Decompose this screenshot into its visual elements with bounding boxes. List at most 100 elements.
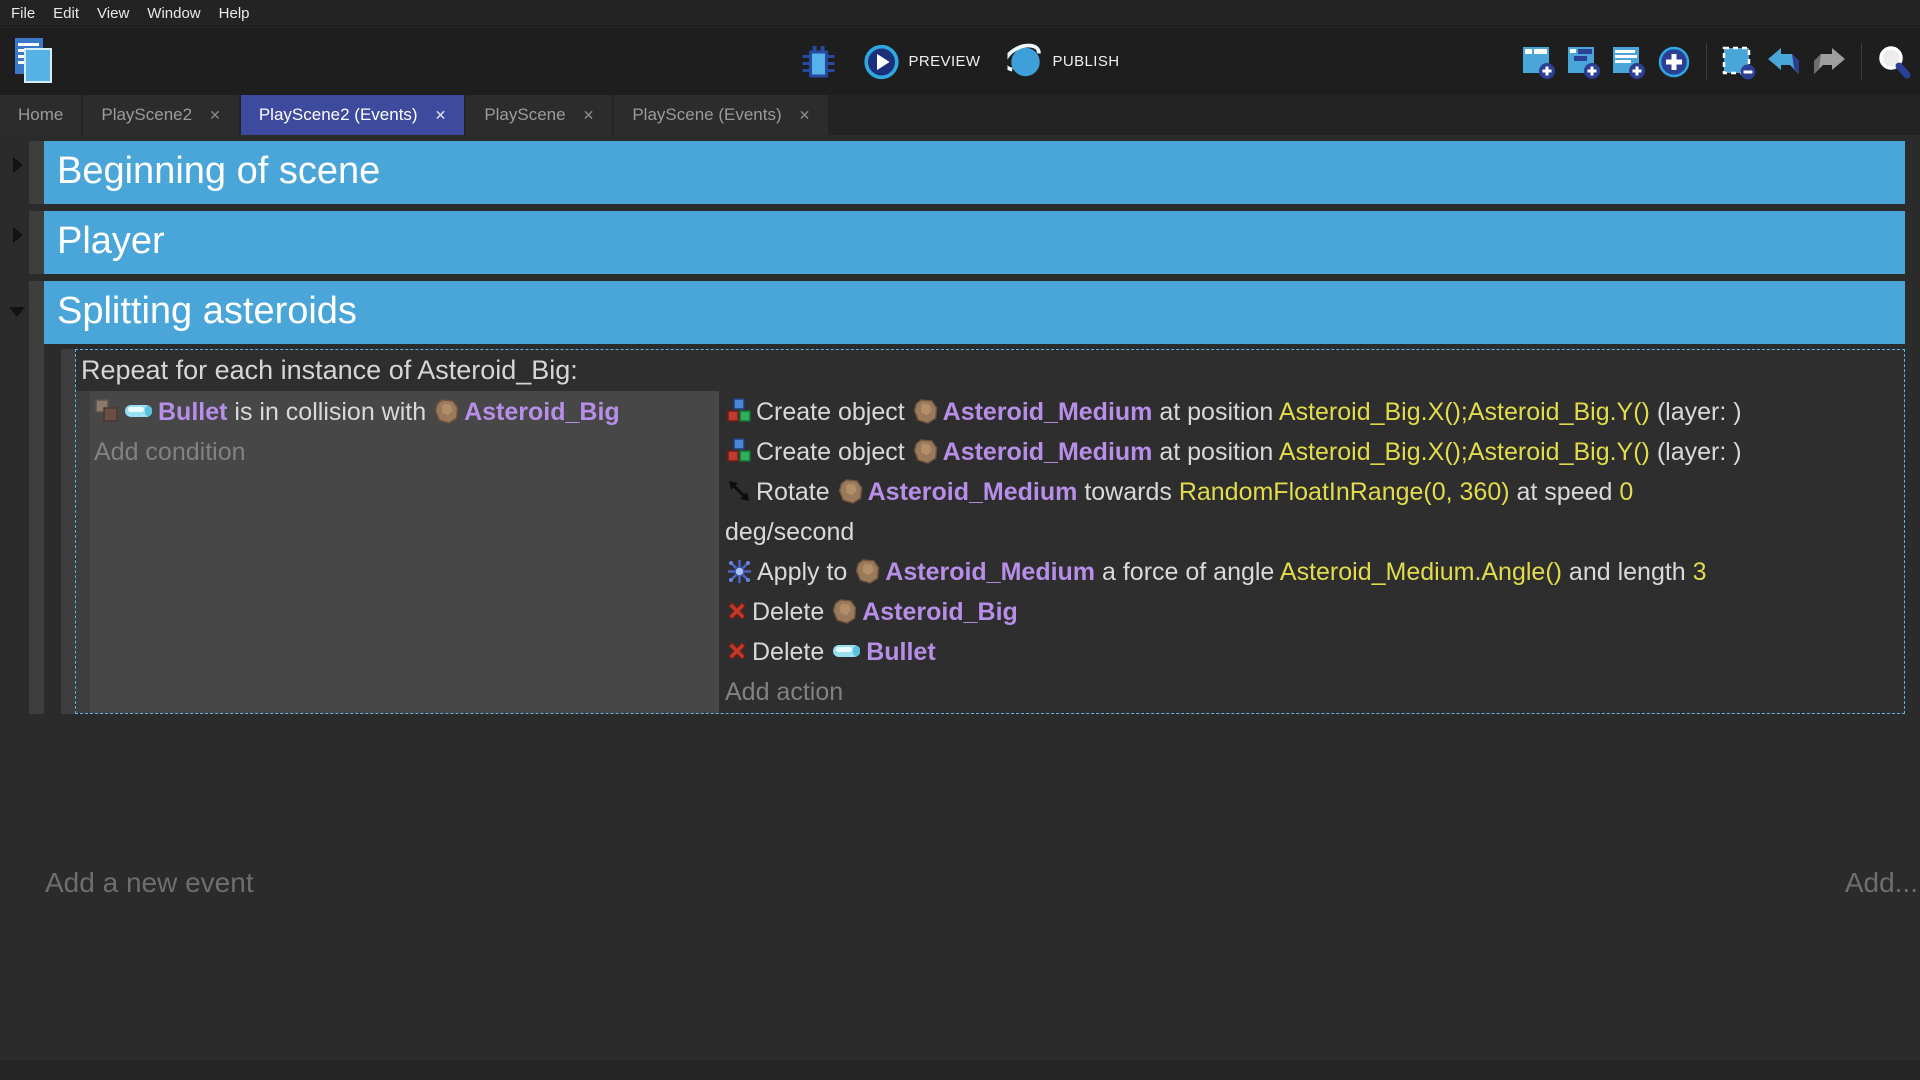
delete-selection-icon[interactable]	[1721, 44, 1757, 80]
add-comment-icon[interactable]	[1611, 44, 1647, 80]
text-segment: Asteroid_Big.X();Asteroid_Big.Y()	[1279, 398, 1650, 426]
event-gutter[interactable]	[76, 391, 90, 713]
tab[interactable]: PlayScene2 (Events) ✕	[241, 95, 464, 135]
repeat-event[interactable]: Repeat for each instance of Asteroid_Big…	[75, 349, 1905, 714]
text-segment: (layer: )	[1650, 398, 1742, 426]
bottom-band	[0, 1060, 1920, 1080]
toolbar: PREVIEW PUBLISH	[0, 28, 1920, 95]
text-segment: Asteroid_Big	[862, 598, 1018, 626]
bullet-icon	[124, 403, 154, 419]
actions-cell: Create object Asteroid_Medium at positio…	[723, 391, 1902, 713]
text-segment: Create object	[756, 398, 912, 426]
add-action-button[interactable]: Add action	[725, 672, 1900, 712]
preview-play-icon[interactable]	[864, 44, 900, 80]
collapse-arrow-icon[interactable]	[9, 307, 25, 317]
tab-bar: Home ✕ PlayScene2 ✕ PlayScene2 (Events) …	[0, 95, 1920, 135]
text-segment: Asteroid_Medium	[943, 438, 1153, 466]
text-segment: is in collision with	[227, 398, 433, 426]
event-group-bar[interactable]: Splitting asteroids	[44, 281, 1905, 344]
action-row[interactable]: Rotate Asteroid_Medium towards RandomFlo…	[725, 472, 1900, 552]
conditions-cell: Bullet is in collision with Asteroid_Big…	[90, 391, 719, 713]
text-segment: Bullet	[866, 638, 935, 666]
collapse-arrow-icon[interactable]	[13, 157, 23, 173]
asteroid-icon	[838, 478, 864, 505]
tab-label: PlayScene2 (Events)	[259, 105, 418, 125]
event-gutter[interactable]	[29, 211, 44, 274]
publish-button[interactable]: PUBLISH	[1052, 53, 1119, 70]
event-group-bar[interactable]: Beginning of scene	[44, 141, 1905, 204]
text-segment: Asteroid_Medium.Angle()	[1280, 558, 1562, 586]
text-segment: deg/second	[725, 518, 854, 546]
toolbar-right	[1521, 28, 1912, 95]
event-gutter[interactable]	[29, 281, 44, 714]
tab[interactable]: PlayScene (Events) ✕	[614, 95, 828, 135]
repeat-event-header[interactable]: Repeat for each instance of Asteroid_Big…	[76, 350, 1904, 391]
tab[interactable]: PlayScene2 ✕	[83, 95, 238, 135]
text-segment: Delete	[752, 638, 831, 666]
undo-icon[interactable]	[1766, 44, 1802, 80]
text-segment: 0	[1619, 478, 1633, 506]
tab[interactable]: PlayScene ✕	[466, 95, 612, 135]
text-segment: Asteroid_Medium	[885, 558, 1095, 586]
tab-close-icon[interactable]: ✕	[799, 108, 811, 122]
add-event-icon[interactable]	[1521, 44, 1557, 80]
tab-close-icon[interactable]: ✕	[435, 108, 447, 122]
search-icon[interactable]	[1876, 44, 1912, 80]
text-segment: at position	[1152, 398, 1278, 426]
text-segment: (layer: )	[1650, 438, 1742, 466]
redo-icon[interactable]	[1811, 44, 1847, 80]
tab[interactable]: Home ✕	[0, 95, 81, 135]
preview-button[interactable]: PREVIEW	[909, 53, 981, 70]
event-gutter[interactable]	[29, 141, 44, 204]
action-row[interactable]: Apply to Asteroid_Medium a force of angl…	[725, 552, 1900, 592]
text-segment: 3	[1693, 558, 1707, 586]
force-icon	[726, 558, 753, 585]
create-icon	[726, 438, 752, 464]
add-condition-button[interactable]: Add condition	[94, 432, 715, 472]
create-icon	[726, 398, 752, 424]
events-sheet: Beginning of scene Player Splitting aste…	[0, 135, 1920, 1060]
action-row[interactable]: Delete Asteroid_Big	[725, 592, 1900, 632]
tab-label: PlayScene	[484, 105, 565, 125]
text-segment: Asteroid_Medium	[868, 478, 1078, 506]
text-segment: Bullet	[158, 398, 227, 426]
menu-item[interactable]: File	[2, 0, 44, 27]
project-manager-icon[interactable]	[10, 36, 54, 84]
action-row[interactable]: Delete Bullet	[725, 632, 1900, 672]
tab-close-icon[interactable]: ✕	[209, 108, 221, 122]
tab-close-icon[interactable]: ✕	[583, 108, 595, 122]
event-gutter[interactable]	[61, 349, 75, 714]
delete-icon	[726, 640, 748, 662]
text-segment: Asteroid_Medium	[943, 398, 1153, 426]
action-row[interactable]: Create object Asteroid_Medium at positio…	[725, 432, 1900, 472]
add-subevent-icon[interactable]	[1566, 44, 1602, 80]
text-segment: Asteroid_Big.X();Asteroid_Big.Y()	[1279, 438, 1650, 466]
publish-globe-icon[interactable]	[1007, 44, 1043, 80]
text-segment: at position	[1152, 438, 1278, 466]
add-circle-icon[interactable]	[1656, 44, 1692, 80]
event-group-bar[interactable]: Player	[44, 211, 1905, 274]
tab-label: PlayScene2	[101, 105, 192, 125]
menu-item[interactable]: Help	[210, 0, 259, 27]
asteroid-icon	[855, 558, 881, 585]
asteroid-icon	[913, 438, 939, 465]
add-new-event-button[interactable]: Add a new event	[45, 867, 254, 899]
text-segment: towards	[1077, 478, 1178, 506]
condition-row[interactable]: Bullet is in collision with Asteroid_Big	[94, 392, 715, 432]
text-segment: Apply to	[757, 558, 854, 586]
menu-item[interactable]: Edit	[44, 0, 88, 27]
text-segment: Rotate	[756, 478, 837, 506]
rotate-icon	[726, 478, 752, 504]
text-segment: a force of angle	[1095, 558, 1280, 586]
toolbar-center: PREVIEW PUBLISH	[801, 28, 1120, 95]
menu-item[interactable]: Window	[138, 0, 209, 27]
delete-icon	[726, 600, 748, 622]
toolbar-icon[interactable]	[1861, 43, 1862, 81]
debugger-icon[interactable]	[801, 44, 837, 80]
tab-label: Home	[18, 105, 63, 125]
add-more-button[interactable]: Add...	[1845, 867, 1918, 899]
collapse-arrow-icon[interactable]	[13, 227, 23, 243]
action-row[interactable]: Create object Asteroid_Medium at positio…	[725, 392, 1900, 432]
toolbar-icon[interactable]	[1706, 43, 1707, 81]
menu-item[interactable]: View	[88, 0, 138, 27]
